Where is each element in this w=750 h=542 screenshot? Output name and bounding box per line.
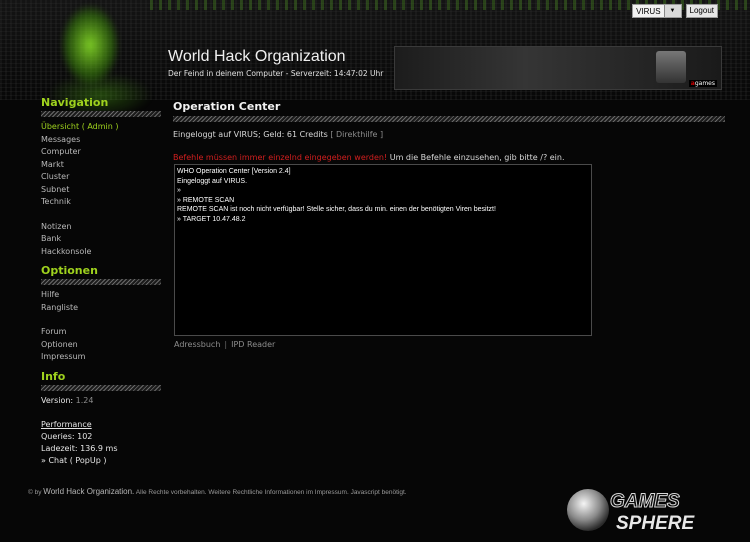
footer-org-link[interactable]: World Hack Organization. — [43, 487, 134, 496]
console-line: WHO Operation Center [Version 2.4] — [177, 168, 291, 175]
ad-banner[interactable]: agames — [394, 46, 722, 90]
sidebar-item-admin[interactable]: ( Admin ) — [82, 122, 119, 131]
section-divider — [41, 384, 161, 391]
sidebar-item-messages[interactable]: Messages — [41, 134, 161, 147]
console-line: REMOTE SCAN ist noch nicht verfügbar! St… — [177, 206, 496, 213]
section-divider — [41, 111, 161, 117]
login-status: Eingeloggt auf VIRUS; Geld: 61 Credits [… — [173, 130, 384, 139]
sidebar-item-bank[interactable]: Bank — [41, 233, 161, 246]
link-separator: | — [224, 340, 228, 349]
sidebar-item-hackkonsole[interactable]: Hackkonsole — [41, 246, 161, 259]
direkthilfe-link[interactable]: [ Direkthilfe ] — [330, 130, 383, 139]
section-divider — [41, 279, 161, 285]
sidebar-item-rangliste[interactable]: Rangliste — [41, 302, 161, 315]
svg-text:SPHERE: SPHERE — [616, 513, 695, 534]
user-select-value: VIRUS — [636, 6, 661, 16]
version-line: Version: 1.24 — [41, 395, 94, 405]
adressbuch-link[interactable]: Adressbuch — [174, 340, 220, 349]
banner-logo: agames — [688, 80, 717, 87]
sidebar-item-notizen[interactable]: Notizen — [41, 221, 161, 234]
popup-link[interactable]: ( PopUp ) — [70, 456, 107, 465]
warning-text: Befehle müssen immer einzelnd eingegeben… — [173, 153, 388, 162]
ipd-reader-link[interactable]: IPD Reader — [231, 340, 275, 349]
sidebar-item-uebersicht[interactable]: Übersicht ( Admin ) — [41, 121, 161, 134]
sidebar-item-computer[interactable]: Computer — [41, 146, 161, 159]
page-title: Operation Center — [173, 100, 281, 113]
navigation-title: Navigation — [41, 96, 109, 109]
robot-graphic — [656, 51, 686, 83]
console-line: » TARGET 10.47.48.2 — [177, 215, 246, 223]
sidebar-item-impressum[interactable]: Impressum — [41, 351, 161, 364]
chat-link[interactable]: » Chat — [41, 456, 67, 465]
sidebar-item-subnet[interactable]: Subnet — [41, 184, 161, 197]
chevron-down-icon[interactable]: ▼ — [663, 5, 681, 17]
chat-line: » Chat ( PopUp ) — [41, 455, 161, 467]
server-time-subtitle: Der Feind in deinem Computer - Serverzei… — [168, 69, 384, 78]
globe-icon — [567, 489, 609, 531]
games-sphere-logo[interactable]: GAMES SPHERE — [566, 486, 742, 534]
sidebar-item-forum[interactable]: Forum — [41, 326, 161, 339]
options-title: Optionen — [41, 264, 98, 277]
sidebar-item-optionen[interactable]: Optionen — [41, 339, 161, 352]
sidebar: Navigation Übersicht ( Admin ) Messages … — [41, 96, 161, 467]
sidebar-item-markt[interactable]: Markt — [41, 159, 161, 172]
user-select[interactable]: VIRUS ▼ — [632, 4, 682, 18]
footer: © by World Hack Organization. Alle Recht… — [28, 487, 407, 496]
load-time-line: Ladezeit: 136.9 ms — [41, 443, 118, 453]
console-line: » — [177, 187, 181, 194]
sidebar-item-technik[interactable]: Technik — [41, 196, 161, 209]
main-content: Operation Center Eingeloggt auf VIRUS; G… — [173, 100, 725, 162]
console-line: » REMOTE SCAN — [177, 196, 235, 204]
info-title: Info — [41, 369, 66, 383]
section-divider — [173, 116, 725, 122]
sidebar-item-cluster[interactable]: Cluster — [41, 171, 161, 184]
site-title: World Hack Organization — [168, 48, 346, 65]
console-links: Adressbuch | IPD Reader — [174, 340, 275, 349]
sidebar-item-hilfe[interactable]: Hilfe — [41, 289, 161, 302]
account-controls: VIRUS ▼ Logout — [632, 4, 718, 18]
svg-text:GAMES: GAMES — [610, 491, 680, 512]
command-hint: Befehle müssen immer einzelnd eingegeben… — [173, 153, 565, 162]
logout-button[interactable]: Logout — [685, 4, 718, 18]
console-line: Eingeloggt auf VIRUS. — [177, 177, 248, 185]
performance-link[interactable]: Performance — [41, 419, 161, 431]
queries-line: Queries: 102 — [41, 431, 93, 441]
console-output[interactable]: WHO Operation Center [Version 2.4] Einge… — [174, 164, 592, 336]
